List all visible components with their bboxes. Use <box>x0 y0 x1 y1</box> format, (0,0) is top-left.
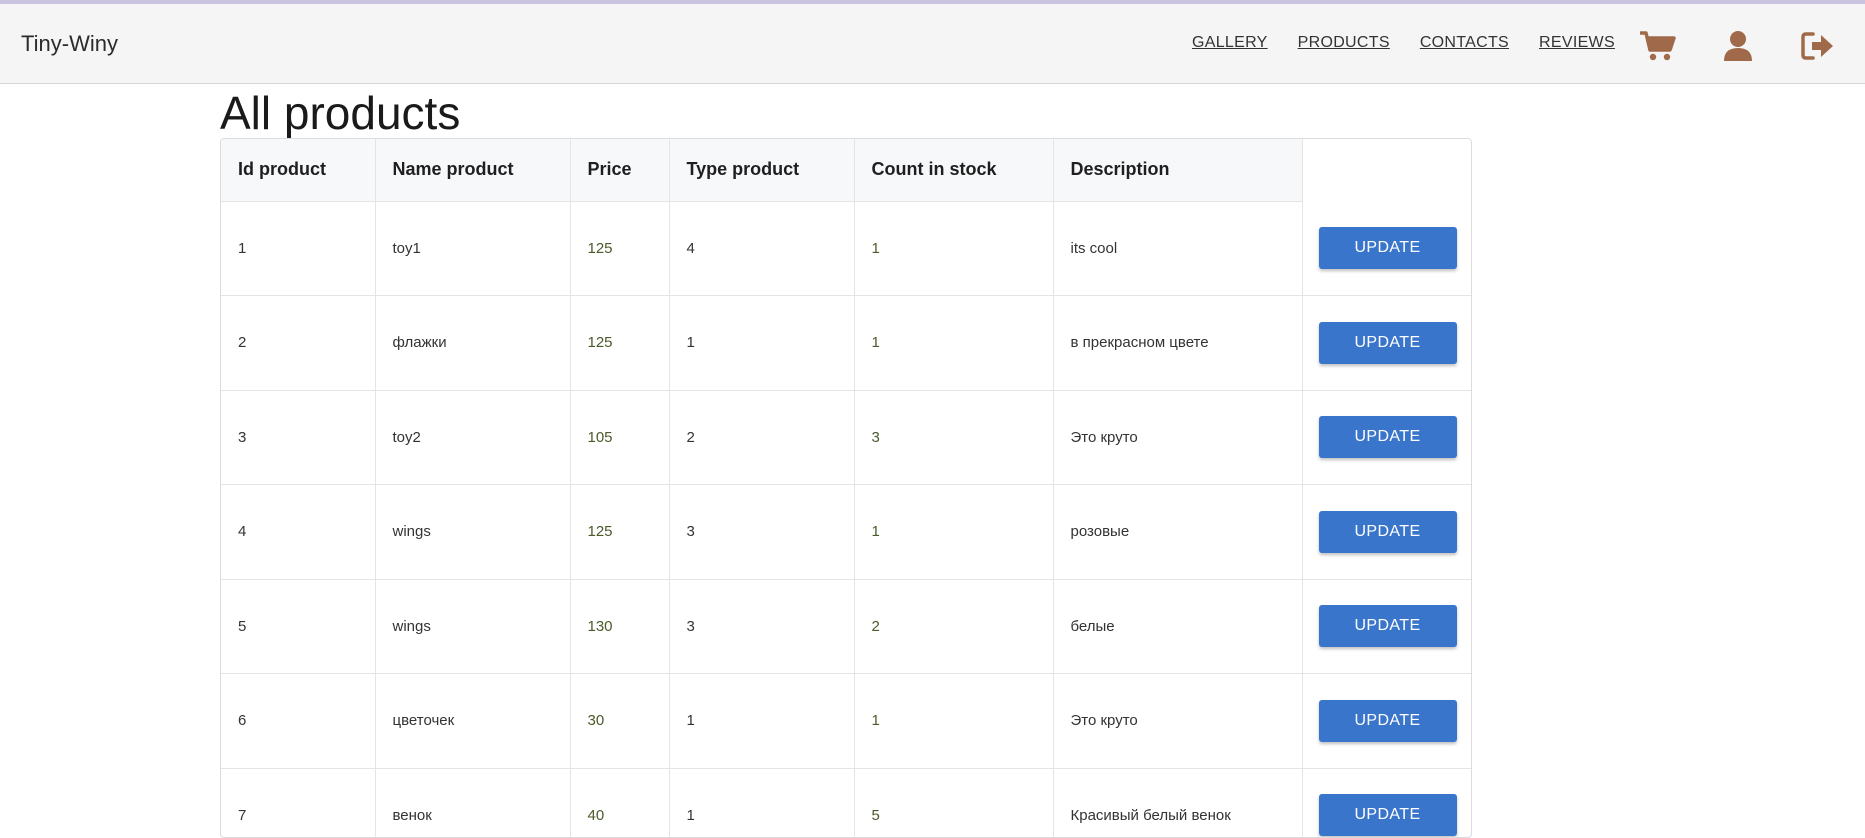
cell-name: цветочек <box>375 673 571 769</box>
table-row: 5 wings 130 3 2 белые UPDATE <box>221 579 1471 674</box>
cell-action: UPDATE <box>1302 484 1471 580</box>
cell-count: 3 <box>854 390 1054 485</box>
cell-type: 2 <box>669 390 855 485</box>
cell-name: wings <box>375 484 571 580</box>
cell-description: Это круто <box>1053 673 1303 769</box>
update-button[interactable]: UPDATE <box>1318 227 1457 269</box>
cell-id: 1 <box>221 201 376 296</box>
products-table-container: Id product Name product Price Type produ… <box>220 138 1472 838</box>
cell-description: белые <box>1053 579 1303 674</box>
cell-description: розовые <box>1053 484 1303 580</box>
column-header-price: Price <box>570 139 670 202</box>
cell-type: 3 <box>669 484 855 580</box>
cell-type: 1 <box>669 295 855 391</box>
cell-action: UPDATE <box>1302 768 1471 837</box>
column-header-id: Id product <box>221 139 376 202</box>
cell-count: 5 <box>854 768 1054 837</box>
cell-id: 4 <box>221 484 376 580</box>
table-row: 2 флажки 125 1 1 в прекрасном цвете UPDA… <box>221 295 1471 391</box>
cell-count: 2 <box>854 579 1054 674</box>
column-header-name: Name product <box>375 139 571 202</box>
update-button[interactable]: UPDATE <box>1318 794 1457 837</box>
cell-name: toy1 <box>375 201 571 296</box>
logout-icon[interactable] <box>1798 28 1838 64</box>
update-button[interactable]: UPDATE <box>1318 510 1457 553</box>
products-table: Id product Name product Price Type produ… <box>221 139 1471 837</box>
cell-type: 3 <box>669 579 855 674</box>
cell-count: 1 <box>854 201 1054 296</box>
column-header-description: Description <box>1053 139 1303 202</box>
cell-id: 6 <box>221 673 376 769</box>
table-header-row: Id product Name product Price Type produ… <box>221 139 1471 202</box>
cell-description: its cool <box>1053 201 1303 296</box>
cell-name: wings <box>375 579 571 674</box>
cell-id: 3 <box>221 390 376 485</box>
column-header-count: Count in stock <box>854 139 1054 202</box>
cell-type: 4 <box>669 201 855 296</box>
cell-price: 105 <box>570 390 670 485</box>
brand-logo[interactable]: Tiny-Winy <box>21 31 118 57</box>
nav-link-products[interactable]: PRODUCTS <box>1298 34 1390 52</box>
cell-id: 5 <box>221 579 376 674</box>
column-header-actions <box>1302 139 1471 201</box>
page-title: All products <box>220 87 461 139</box>
cell-name: toy2 <box>375 390 571 485</box>
update-button[interactable]: UPDATE <box>1318 699 1457 742</box>
navbar: Tiny-Winy GALLERY PRODUCTS CONTACTS REVI… <box>0 4 1865 84</box>
nav-links: GALLERY PRODUCTS CONTACTS REVIEWS <box>1192 34 1645 52</box>
table-row: 4 wings 125 3 1 розовые UPDATE <box>221 484 1471 580</box>
cell-action: UPDATE <box>1302 579 1471 674</box>
cell-name: венок <box>375 768 571 837</box>
cell-name: флажки <box>375 295 571 391</box>
cell-count: 1 <box>854 484 1054 580</box>
cell-price: 125 <box>570 201 670 296</box>
cell-action: UPDATE <box>1302 201 1471 296</box>
table-row: 7 венок 40 1 5 Красивый белый венок UPDA… <box>221 768 1471 837</box>
cell-price: 30 <box>570 673 670 769</box>
update-button[interactable]: UPDATE <box>1318 416 1457 459</box>
column-header-type: Type product <box>669 139 855 202</box>
table-row: 1 toy1 125 4 1 its cool UPDATE <box>221 201 1471 296</box>
cell-price: 125 <box>570 295 670 391</box>
cell-id: 7 <box>221 768 376 837</box>
cell-action: UPDATE <box>1302 295 1471 391</box>
table-row: 6 цветочек 30 1 1 Это круто UPDATE <box>221 673 1471 769</box>
cell-description: Это круто <box>1053 390 1303 485</box>
nav-link-reviews[interactable]: REVIEWS <box>1539 34 1615 52</box>
cell-type: 1 <box>669 673 855 769</box>
cell-price: 130 <box>570 579 670 674</box>
cell-count: 1 <box>854 673 1054 769</box>
user-icon[interactable] <box>1718 28 1758 64</box>
cell-description: в прекрасном цвете <box>1053 295 1303 391</box>
table-row: 3 toy2 105 2 3 Это круто UPDATE <box>221 390 1471 485</box>
cell-type: 1 <box>669 768 855 837</box>
cell-action: UPDATE <box>1302 673 1471 769</box>
cell-action: UPDATE <box>1302 390 1471 485</box>
cell-id: 2 <box>221 295 376 391</box>
update-button[interactable]: UPDATE <box>1318 605 1457 648</box>
cell-price: 40 <box>570 768 670 837</box>
nav-link-gallery[interactable]: GALLERY <box>1192 34 1268 52</box>
nav-link-contacts[interactable]: CONTACTS <box>1420 34 1509 52</box>
cart-icon[interactable] <box>1638 28 1678 64</box>
cell-count: 1 <box>854 295 1054 391</box>
update-button[interactable]: UPDATE <box>1318 321 1457 364</box>
cell-description: Красивый белый венок <box>1053 768 1303 837</box>
cell-price: 125 <box>570 484 670 580</box>
